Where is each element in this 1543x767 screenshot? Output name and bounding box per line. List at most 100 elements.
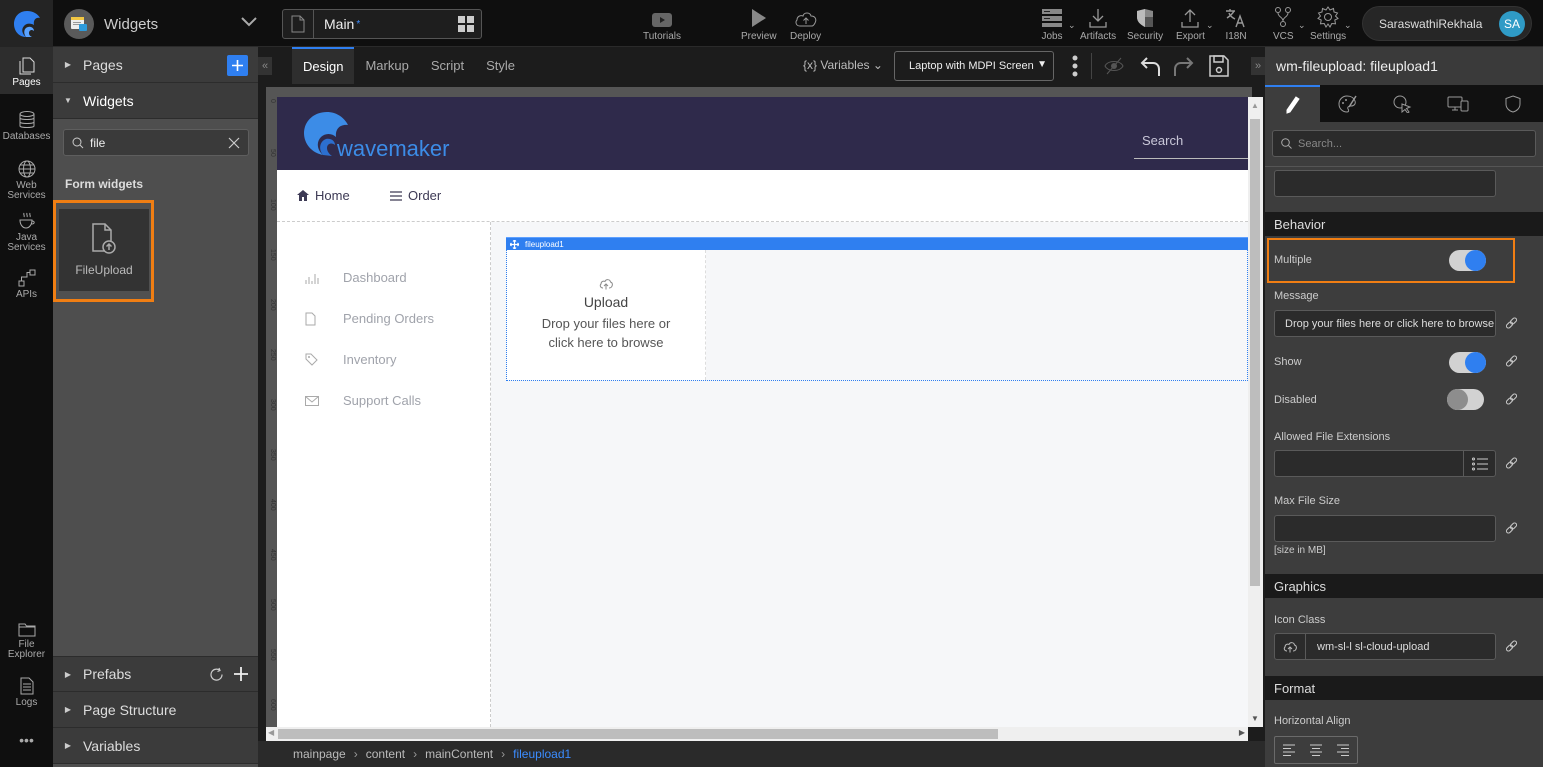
prefabs-section-header[interactable]: ▶ Prefabs bbox=[53, 656, 258, 692]
behavior-section-header[interactable]: Behavior bbox=[1265, 212, 1543, 236]
refresh-icon[interactable] bbox=[209, 667, 224, 682]
tab-events[interactable] bbox=[1375, 85, 1430, 122]
rail-item-databases[interactable]: Databases bbox=[0, 111, 53, 142]
tab-style[interactable]: Style bbox=[475, 47, 526, 84]
link-icon[interactable] bbox=[1505, 317, 1518, 330]
breadcrumb-item[interactable]: mainContent bbox=[425, 747, 493, 761]
align-right-icon[interactable] bbox=[1336, 744, 1350, 756]
ruler-tick-label: 100 bbox=[269, 199, 276, 211]
sidebar-item-dashboard[interactable]: Dashboard bbox=[305, 270, 407, 285]
chevron-down-icon[interactable]: ⌄ bbox=[1298, 20, 1306, 31]
redo-icon[interactable] bbox=[1173, 55, 1195, 77]
tutorials-button[interactable]: Tutorials bbox=[643, 6, 681, 42]
undo-icon[interactable] bbox=[1139, 55, 1161, 77]
list-options-button[interactable] bbox=[1463, 451, 1495, 476]
sidebar-item-pending-orders[interactable]: Pending Orders bbox=[305, 311, 434, 326]
grid-icon[interactable] bbox=[451, 10, 481, 38]
variables-dropdown[interactable]: {x} Variables ⌄ bbox=[803, 58, 883, 72]
link-icon[interactable] bbox=[1505, 457, 1518, 470]
tab-security[interactable] bbox=[1485, 85, 1540, 122]
disabled-toggle[interactable] bbox=[1447, 389, 1484, 410]
breadcrumb-item[interactable]: mainpage bbox=[293, 747, 346, 761]
widgets-section-header[interactable]: ▼ Widgets bbox=[53, 83, 258, 119]
link-icon[interactable] bbox=[1505, 393, 1518, 406]
message-input[interactable]: Drop your files here or click here to br… bbox=[1274, 310, 1496, 337]
app-search-input[interactable]: Search bbox=[1134, 127, 1248, 159]
artifacts-button[interactable]: Artifacts bbox=[1080, 6, 1116, 42]
app-logo[interactable]: wavemaker bbox=[301, 108, 449, 161]
rail-item-apis[interactable]: APIs bbox=[0, 269, 53, 300]
icon-class-input[interactable]: wm-sl-l sl-cloud-upload bbox=[1274, 633, 1496, 660]
ruler-tick-label: 500 bbox=[269, 599, 276, 611]
property-input[interactable] bbox=[1274, 170, 1496, 197]
wavemaker-logo[interactable] bbox=[0, 0, 53, 47]
deploy-button[interactable]: Deploy bbox=[790, 6, 821, 42]
ruler-tick-label: 200 bbox=[269, 299, 276, 311]
more-icon[interactable]: ••• bbox=[0, 733, 53, 747]
pages-section-header[interactable]: ▶ Pages bbox=[53, 47, 258, 83]
chevron-down-icon[interactable] bbox=[240, 13, 258, 31]
selected-widget-bar[interactable]: fileupload1 bbox=[506, 237, 1248, 250]
tab-design[interactable]: Design bbox=[292, 47, 355, 84]
graphics-section-header[interactable]: Graphics bbox=[1265, 574, 1543, 598]
rail-item-java-services[interactable]: Java Services bbox=[0, 212, 53, 253]
link-icon[interactable] bbox=[1505, 640, 1518, 653]
save-icon[interactable] bbox=[1209, 55, 1229, 77]
user-menu[interactable]: SaraswathiRekhala SA bbox=[1362, 6, 1532, 41]
fileupload-drop-zone[interactable]: Upload Drop your files here or click here… bbox=[507, 250, 706, 380]
tab-styles[interactable] bbox=[1320, 85, 1375, 122]
chevron-down-icon[interactable]: ⌄ bbox=[1344, 20, 1352, 31]
rail-item-pages[interactable]: Pages bbox=[0, 47, 53, 94]
breadcrumb-item[interactable]: content bbox=[366, 747, 405, 761]
breadcrumb-item-current[interactable]: fileupload1 bbox=[513, 747, 571, 761]
nav-link-order[interactable]: Order bbox=[390, 188, 441, 203]
nav-link-home[interactable]: Home bbox=[297, 188, 350, 203]
variables-section-header[interactable]: ▶ Variables bbox=[53, 728, 258, 764]
device-select[interactable]: Laptop with MDPI Screen ▼ bbox=[894, 51, 1054, 81]
fileupload-widget[interactable]: Upload Drop your files here or click here… bbox=[506, 250, 1248, 381]
tab-device[interactable] bbox=[1430, 85, 1485, 122]
collapse-left-panel-button[interactable]: « bbox=[258, 57, 272, 75]
rail-item-file-explorer[interactable]: File Explorer bbox=[0, 622, 53, 660]
move-icon[interactable] bbox=[510, 239, 519, 249]
icon-picker-button[interactable] bbox=[1275, 634, 1306, 659]
tab-properties[interactable] bbox=[1265, 85, 1320, 122]
link-icon[interactable] bbox=[1505, 355, 1518, 368]
multiple-toggle[interactable] bbox=[1449, 250, 1486, 271]
project-selector[interactable]: Widgets bbox=[64, 9, 158, 39]
rail-item-logs[interactable]: Logs bbox=[0, 677, 53, 708]
add-prefab-icon[interactable] bbox=[233, 666, 249, 682]
rail-item-web-services[interactable]: Web Services bbox=[0, 160, 53, 201]
align-left-icon[interactable] bbox=[1282, 744, 1296, 756]
hide-eye-icon[interactable] bbox=[1104, 57, 1124, 75]
canvas-horizontal-scrollbar[interactable]: ◀ ▶ bbox=[266, 727, 1248, 741]
more-options-icon[interactable] bbox=[1071, 55, 1079, 77]
export-button[interactable]: Export bbox=[1176, 6, 1205, 42]
clear-search-icon[interactable] bbox=[228, 137, 240, 149]
sidebar-item-inventory[interactable]: Inventory bbox=[305, 352, 396, 367]
show-toggle[interactable] bbox=[1449, 352, 1486, 373]
tab-markup[interactable]: Markup bbox=[354, 47, 419, 84]
format-section-header[interactable]: Format bbox=[1265, 676, 1543, 700]
security-button[interactable]: Security bbox=[1127, 6, 1163, 42]
sidebar-item-support-calls[interactable]: Support Calls bbox=[305, 393, 421, 408]
widget-search-input[interactable]: file bbox=[63, 129, 249, 156]
max-file-size-input[interactable] bbox=[1274, 515, 1496, 542]
preview-button[interactable]: Preview bbox=[741, 6, 777, 42]
page-selector[interactable]: Main * bbox=[282, 9, 482, 39]
align-center-icon[interactable] bbox=[1309, 744, 1323, 756]
fileupload-widget-tile[interactable]: FileUpload bbox=[53, 200, 154, 302]
jobs-button[interactable]: Jobs bbox=[1041, 6, 1063, 42]
chevron-down-icon[interactable]: ⌄ bbox=[1068, 20, 1076, 31]
tab-script[interactable]: Script bbox=[420, 47, 475, 84]
chevron-down-icon[interactable]: ⌄ bbox=[1206, 20, 1214, 31]
page-structure-section-header[interactable]: ▶ Page Structure bbox=[53, 692, 258, 728]
canvas-vertical-scrollbar[interactable]: ▲ ▼ bbox=[1248, 97, 1263, 727]
link-icon[interactable] bbox=[1505, 522, 1518, 535]
vcs-button[interactable]: VCS bbox=[1273, 6, 1294, 42]
settings-button[interactable]: Settings bbox=[1310, 6, 1346, 42]
collapse-right-panel-button[interactable]: » bbox=[1251, 57, 1265, 75]
add-page-button[interactable] bbox=[227, 55, 248, 76]
properties-search-input[interactable]: Search... bbox=[1272, 130, 1536, 157]
i18n-button[interactable]: I18N bbox=[1225, 6, 1247, 42]
